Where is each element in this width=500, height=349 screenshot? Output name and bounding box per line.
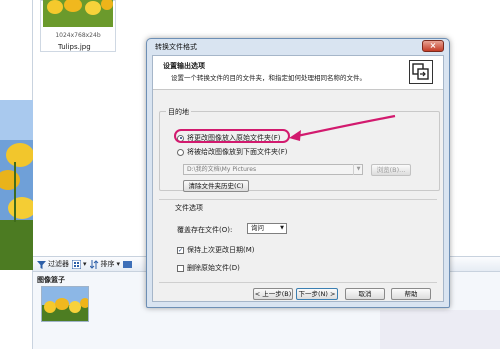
dialog-header: 设置输出选项 设置一个转换文件的目的文件夹，和指定如何处理相同名称的文件。 [153,56,443,90]
button-separator [159,282,437,283]
chevron-down-icon: ▼ [280,225,284,231]
next-button[interactable]: 下一步(N) > [296,288,338,300]
view-mode-button[interactable]: ▾ [71,259,87,269]
tool-icon [123,260,133,269]
thumbnail-image [43,0,113,27]
keep-date-checkbox-row[interactable]: ✓ 保持上次更改日期(M) [177,245,255,255]
filter-label: 过滤器 [48,260,69,268]
overwrite-select[interactable]: 询问 ▼ [247,223,287,234]
destination-path-input[interactable]: D:\我的文档\My Pictures [183,164,363,175]
filter-button[interactable]: 过滤器 [37,259,69,269]
highlight-annotation [174,129,290,143]
back-button[interactable]: < 上一步(B) [253,288,293,300]
options-separator [159,199,437,200]
header-description: 设置一个转换文件的目的文件夹，和指定如何处理相同名称的文件。 [171,74,366,82]
radio-custom-folder-label: 将被给改图像放到下面文件夹(F) [187,148,288,156]
radio-button[interactable] [177,148,184,156]
close-button[interactable]: × [422,40,444,52]
cancel-button[interactable]: 取消 [345,288,385,300]
left-panel [0,0,33,349]
help-button[interactable]: 帮助 [391,288,431,300]
basket-thumbnail[interactable] [41,286,89,322]
clear-history-button[interactable]: 清除文件夹历史(C) [183,180,249,192]
sort-label: 排序 [100,260,115,268]
thumbnail-dimensions: 1024x768x24b [55,32,101,39]
grid-view-icon [71,259,82,269]
radio-custom-folder[interactable]: 将被给改图像放到下面文件夹(F) [177,147,288,157]
delete-original-checkbox[interactable] [177,264,184,272]
dropdown-arrow-icon: ▾ [116,260,121,268]
delete-original-checkbox-row[interactable]: 删除原始文件(D) [177,263,240,273]
delete-original-label: 删除原始文件(D) [187,264,240,272]
file-options-legend: 文件选项 [175,204,203,212]
browse-button[interactable]: 浏览(B)... [371,164,411,176]
sort-icon [89,259,99,269]
convert-icon [409,60,433,84]
annotation-arrow-icon [289,114,396,141]
thumbnail-filename: Tulips.jpg [58,43,91,51]
keep-date-checkbox[interactable]: ✓ [177,246,184,254]
dialog-body: 设置输出选项 设置一个转换文件的目的文件夹，和指定如何处理相同名称的文件。 目的… [152,55,444,302]
overwrite-label: 覆盖存在文件(O): [177,226,233,234]
header-title: 设置输出选项 [163,62,205,70]
chevron-down-icon[interactable]: ▼ [353,164,363,175]
convert-format-dialog: 转换文件格式 × 设置输出选项 设置一个转换文件的目的文件夹，和指定如何处理相同… [146,38,450,308]
tray-shade-area [380,310,500,349]
destination-legend: 目的地 [166,107,191,117]
dropdown-arrow-icon: ▾ [83,260,87,268]
dialog-title: 转换文件格式 [155,43,197,51]
sort-button[interactable]: 排序 ▾ [89,259,121,269]
image-basket-title: 图像篮子 [37,276,65,284]
keep-date-label: 保持上次更改日期(M) [187,246,255,254]
filter-icon [37,260,46,269]
preview-image-strip [0,100,33,270]
toolbar-extra-button[interactable] [123,260,133,269]
overwrite-select-value: 询问 [251,224,264,232]
